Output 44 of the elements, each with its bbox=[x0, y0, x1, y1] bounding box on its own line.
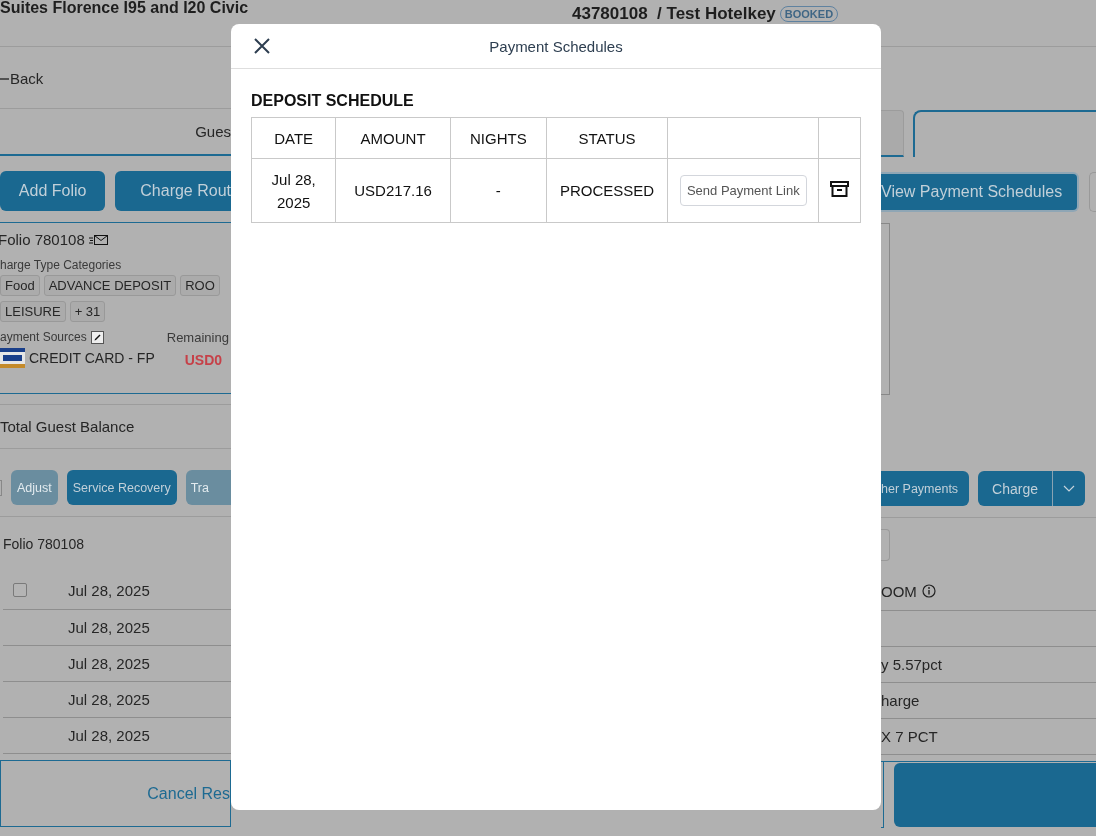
folio-title: Folio 780108 bbox=[0, 231, 85, 248]
section-title: DEPOSIT SCHEDULE bbox=[251, 92, 415, 110]
total-balance-label: Total Guest Balance bbox=[0, 418, 135, 435]
remaining-amount: USD0 bbox=[184, 352, 224, 368]
date-cell: Jul 28, 2025 bbox=[68, 581, 150, 599]
category-tag: Food bbox=[0, 275, 40, 296]
action-button[interactable]: Service Recovery bbox=[66, 470, 177, 505]
reservation-title: 43780108 / Test Hotelkey bbox=[572, 4, 776, 24]
description-cell: OOM bbox=[881, 582, 917, 600]
description-cell: y 5.57pct bbox=[881, 656, 942, 673]
charge-button[interactable]: Charge bbox=[978, 471, 1085, 506]
column-header: STATUS bbox=[546, 117, 668, 159]
description-cell: harge bbox=[881, 692, 920, 709]
column-header: AMOUNT bbox=[335, 117, 451, 159]
hotel-name: Suites Florence I95 and I20 Civic bbox=[0, 0, 250, 16]
table-cell: USD217.16 bbox=[354, 182, 432, 199]
date-cell: Jul 28, 2025 bbox=[68, 619, 150, 636]
tab[interactable]: Gues bbox=[195, 109, 231, 154]
description-cell: X 7 PCT bbox=[881, 728, 938, 745]
back-link[interactable]: Back bbox=[10, 70, 44, 87]
action-button[interactable]: Charge Rout bbox=[115, 171, 231, 211]
date-cell: Jul 28, 2025 bbox=[68, 691, 150, 708]
send-link-button[interactable]: Send Payment Link bbox=[679, 175, 807, 206]
category-tag: ADVANCE DEPOSIT bbox=[43, 275, 177, 296]
field-label: harge Type Categories bbox=[0, 258, 123, 272]
payment-source: CREDIT CARD - FP bbox=[29, 350, 155, 366]
action-button[interactable]: View Payment Schedules bbox=[881, 172, 1080, 212]
action-button[interactable]: Add Folio bbox=[0, 171, 106, 211]
table-cell: PROCESSED bbox=[559, 182, 655, 199]
table-cell: - bbox=[495, 182, 501, 199]
table-cell-text: Jul 28, 2025 bbox=[270, 169, 317, 213]
column-header: NIGHTS bbox=[450, 117, 547, 159]
field-label: ayment Sources bbox=[0, 330, 87, 344]
category-tag: LEISURE bbox=[0, 301, 66, 322]
cancel-button[interactable]: Cancel Res bbox=[0, 761, 231, 827]
action-button[interactable]: her Payments bbox=[881, 471, 969, 506]
folio-label: Folio 780108 bbox=[3, 536, 84, 552]
category-tag: ROO bbox=[180, 275, 220, 296]
field-label: Remaining bbox=[166, 330, 229, 345]
column-header: DATE bbox=[251, 117, 336, 159]
modal-title: Payment Schedules bbox=[489, 37, 623, 55]
category-tag: + 31 bbox=[69, 301, 106, 322]
date-cell: Jul 28, 2025 bbox=[68, 655, 150, 672]
date-cell: Jul 28, 2025 bbox=[68, 727, 150, 744]
